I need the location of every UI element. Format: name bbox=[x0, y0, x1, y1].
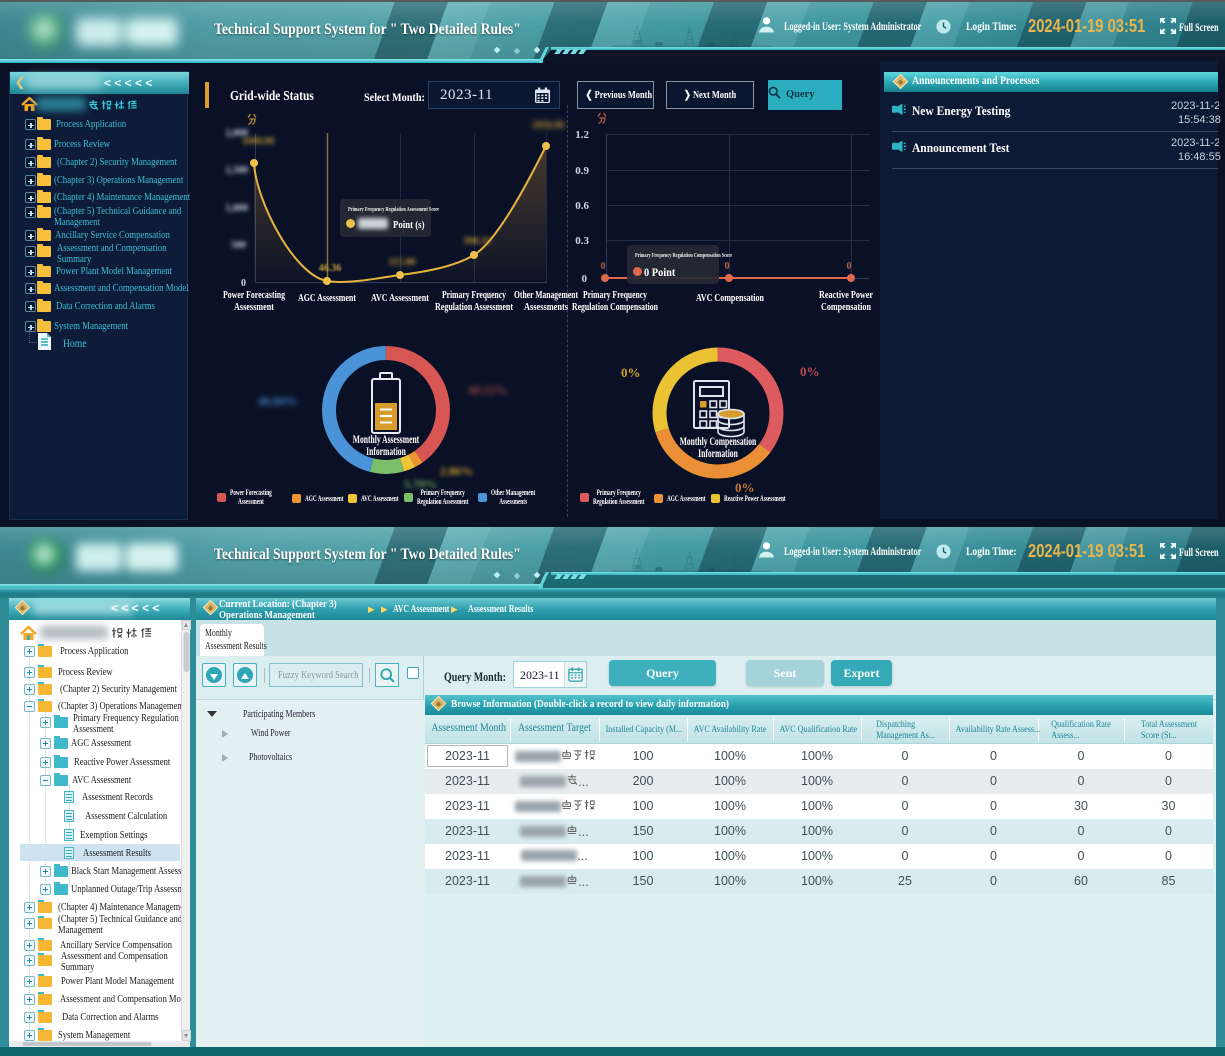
svg-text:Primary Frequency: Primary Frequency bbox=[442, 290, 507, 301]
svg-text:0: 0 bbox=[241, 278, 246, 289]
svg-text:Power Forecasting: Power Forecasting bbox=[223, 290, 286, 301]
svg-text:0.9: 0.9 bbox=[575, 165, 589, 177]
svg-text:46.36: 46.36 bbox=[319, 263, 342, 274]
svg-text:0: 0 bbox=[582, 273, 588, 285]
svg-text:Assessments: Assessments bbox=[524, 302, 568, 313]
svg-text:Reactive Power: Reactive Power bbox=[819, 290, 873, 301]
svg-text:1,000: 1,000 bbox=[226, 203, 249, 214]
svg-text:Assessment: Assessment bbox=[234, 302, 274, 313]
svg-text:Regulation Compensation: Regulation Compensation bbox=[572, 302, 658, 313]
svg-text:115.00: 115.00 bbox=[389, 257, 416, 268]
svg-text:Other Management: Other Management bbox=[514, 290, 578, 301]
svg-text:0.6: 0.6 bbox=[575, 200, 589, 212]
svg-text:1600.00: 1600.00 bbox=[242, 136, 275, 147]
svg-text:Compensation: Compensation bbox=[821, 302, 871, 313]
svg-text:500: 500 bbox=[231, 240, 246, 251]
svg-text:0: 0 bbox=[847, 261, 852, 272]
svg-text:Primary Frequency: Primary Frequency bbox=[583, 290, 648, 301]
svg-text:0: 0 bbox=[601, 261, 606, 272]
svg-text:398.35: 398.35 bbox=[463, 236, 491, 247]
svg-text:0.3: 0.3 bbox=[575, 235, 589, 247]
svg-text:1836.08: 1836.08 bbox=[532, 120, 565, 131]
svg-text:AVC Compensation: AVC Compensation bbox=[696, 293, 764, 304]
svg-text:1,500: 1,500 bbox=[226, 165, 249, 176]
svg-text:AVC Assessment: AVC Assessment bbox=[371, 293, 429, 304]
svg-text:AGC Assessment: AGC Assessment bbox=[298, 293, 356, 304]
svg-text:1.2: 1.2 bbox=[575, 129, 589, 141]
svg-text:0: 0 bbox=[725, 261, 730, 272]
svg-text:Regulation Assessment: Regulation Assessment bbox=[435, 302, 513, 313]
